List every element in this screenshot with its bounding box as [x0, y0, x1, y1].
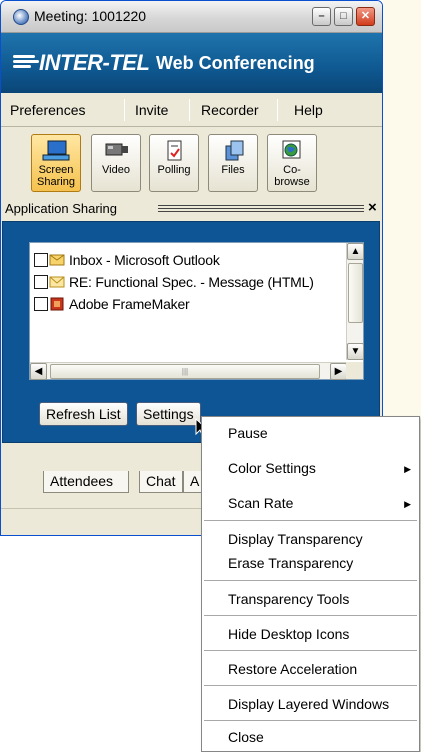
- co-browse-button[interactable]: Co-browse: [267, 134, 317, 192]
- window-title: Meeting: 1001220: [34, 8, 147, 24]
- menu-item-display-layered-windows[interactable]: Display Layered Windows: [228, 696, 389, 712]
- brand-name: INTER-TEL: [39, 50, 150, 75]
- menu-item-erase-transparency[interactable]: Erase Transparency: [228, 555, 353, 571]
- globe-icon: [282, 140, 301, 159]
- meeting-app-icon: [13, 9, 29, 25]
- list-item-label: RE: Functional Spec. - Message (HTML): [69, 274, 314, 290]
- tab-attendees[interactable]: Attendees: [43, 471, 129, 493]
- menu-separator: [204, 580, 417, 581]
- feature-toolbar: Screen Sharing Video Polling Files Co-br…: [1, 128, 382, 196]
- product-name: Web Conferencing: [156, 53, 315, 73]
- video-button[interactable]: Video: [91, 134, 141, 192]
- tool-label: Video: [102, 164, 130, 176]
- monitor-icon: [42, 140, 70, 161]
- intertel-logo-icon: [13, 55, 41, 71]
- title-bar[interactable]: Meeting: 1001220 – □ ✕: [1, 1, 382, 33]
- menu-preferences[interactable]: Preferences: [10, 102, 85, 118]
- scrollbar-corner: [346, 362, 363, 379]
- brand-banner: INTER-TEL Web Conferencing: [1, 33, 382, 93]
- files-button[interactable]: Files: [208, 134, 258, 192]
- menu-separator: [204, 720, 417, 721]
- submenu-arrow-icon: ▶: [404, 464, 411, 474]
- app-checkbox[interactable]: [34, 275, 48, 289]
- app-checkbox[interactable]: [34, 253, 48, 267]
- maximize-button[interactable]: □: [334, 7, 353, 26]
- tool-label: Files: [221, 164, 245, 176]
- menu-item-pause[interactable]: Pause: [228, 425, 268, 441]
- video-camera-icon: [105, 143, 128, 156]
- tool-label: Screen Sharing: [37, 164, 75, 188]
- menu-separator: [204, 615, 417, 616]
- menu-bar: Preferences Invite Recorder Help: [1, 93, 382, 127]
- menu-help[interactable]: Help: [294, 102, 323, 118]
- menu-separator: [204, 650, 417, 651]
- menu-separator: [277, 99, 278, 121]
- screen-sharing-button[interactable]: Screen Sharing: [31, 134, 81, 192]
- submenu-arrow-icon: ▶: [404, 499, 411, 509]
- minimize-button[interactable]: –: [312, 7, 331, 26]
- close-button[interactable]: ✕: [356, 7, 375, 26]
- scroll-left-icon[interactable]: ◀: [30, 363, 47, 380]
- menu-item-hide-desktop-icons[interactable]: Hide Desktop Icons: [228, 626, 349, 642]
- scroll-down-icon[interactable]: ▼: [347, 343, 364, 360]
- menu-separator: [124, 99, 125, 121]
- scroll-right-icon[interactable]: ▶: [330, 363, 347, 380]
- menu-item-close[interactable]: Close: [228, 729, 264, 745]
- menu-item-scan-rate[interactable]: Scan Rate: [228, 495, 293, 511]
- panel-close-icon[interactable]: ×: [368, 199, 377, 216]
- menu-item-display-transparency[interactable]: Display Transparency: [228, 531, 363, 547]
- panel-header: Application Sharing ×: [1, 198, 382, 220]
- vertical-scrollbar[interactable]: ▲ ▼: [346, 243, 364, 360]
- menu-item-transparency-tools[interactable]: Transparency Tools: [228, 591, 349, 607]
- polling-button[interactable]: Polling: [149, 134, 199, 192]
- application-sharing-panel: Inbox - Microsoft Outlook RE: Functional…: [2, 221, 380, 443]
- settings-context-menu: Pause Color Settings ▶ Scan Rate ▶ Displ…: [201, 416, 420, 752]
- menu-separator: [204, 520, 417, 521]
- list-item-label: Inbox - Microsoft Outlook: [69, 252, 220, 268]
- settings-button[interactable]: Settings: [136, 402, 201, 426]
- tool-label: Co-browse: [274, 164, 310, 188]
- tool-label: Polling: [157, 164, 191, 176]
- vertical-scroll-thumb[interactable]: [348, 263, 363, 323]
- application-list: Inbox - Microsoft Outlook RE: Functional…: [29, 242, 364, 380]
- menu-separator: [204, 685, 417, 686]
- menu-item-restore-acceleration[interactable]: Restore Acceleration: [228, 661, 357, 677]
- menu-separator: [189, 99, 190, 121]
- app-checkbox[interactable]: [34, 297, 48, 311]
- files-icon: [225, 140, 244, 161]
- panel-title: Application Sharing: [5, 201, 118, 216]
- scroll-up-icon[interactable]: ▲: [347, 243, 364, 260]
- horizontal-scrollbar[interactable]: ◀ ||| ▶: [30, 362, 347, 380]
- framemaker-icon: [50, 297, 64, 311]
- horizontal-scroll-thumb[interactable]: |||: [50, 364, 320, 379]
- poll-sheet-icon: [167, 140, 182, 161]
- menu-invite[interactable]: Invite: [135, 102, 168, 118]
- menu-item-color-settings[interactable]: Color Settings: [228, 460, 316, 476]
- refresh-list-button[interactable]: Refresh List: [39, 402, 128, 426]
- tab-chat[interactable]: Chat: [139, 471, 183, 493]
- outlook-envelope-icon: [49, 254, 65, 266]
- list-item-label: Adobe FrameMaker: [69, 296, 190, 312]
- menu-recorder[interactable]: Recorder: [201, 102, 259, 118]
- drag-grip[interactable]: [158, 205, 364, 213]
- mail-message-icon: [49, 276, 65, 288]
